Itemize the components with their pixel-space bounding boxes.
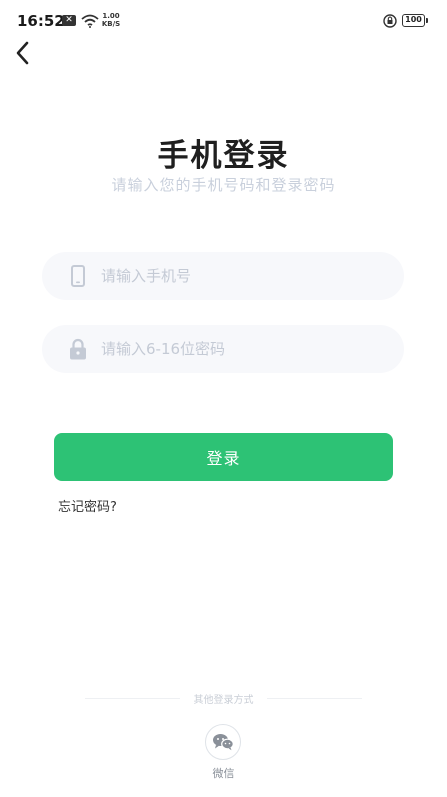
net-speed-unit: KB/S xyxy=(101,20,121,28)
status-time: 16:52 xyxy=(17,12,65,30)
other-login-label: 其他登录方式 xyxy=(193,695,254,706)
wifi-icon xyxy=(81,13,99,32)
phone-field[interactable] xyxy=(42,252,404,300)
lock-icon xyxy=(69,338,87,360)
back-button[interactable] xyxy=(8,38,38,68)
wechat-icon xyxy=(213,734,234,751)
page-title: 手机登录 xyxy=(157,138,290,174)
chevron-left-icon xyxy=(16,41,29,65)
page-subtitle: 请输入您的手机号码和登录密码 xyxy=(111,176,336,194)
phone-input[interactable] xyxy=(99,266,383,286)
battery-indicator: 100 xyxy=(402,14,428,27)
password-field[interactable] xyxy=(42,325,404,373)
password-input[interactable] xyxy=(99,339,383,359)
status-bar: 16:52 ✕ 1.00 KB/S 100 xyxy=(0,0,447,40)
forgot-password-link[interactable]: 忘记密码? xyxy=(58,496,117,515)
notification-x-icon: ✕ xyxy=(62,15,76,26)
phone-icon xyxy=(69,265,87,287)
rotation-lock-icon xyxy=(383,13,397,32)
login-button[interactable]: 登录 xyxy=(54,433,393,481)
wechat-label: 微信 xyxy=(212,767,235,780)
net-speed-value: 1.00 xyxy=(102,12,120,20)
net-speed: 1.00 KB/S xyxy=(101,12,121,28)
wechat-login-button[interactable] xyxy=(205,724,241,760)
